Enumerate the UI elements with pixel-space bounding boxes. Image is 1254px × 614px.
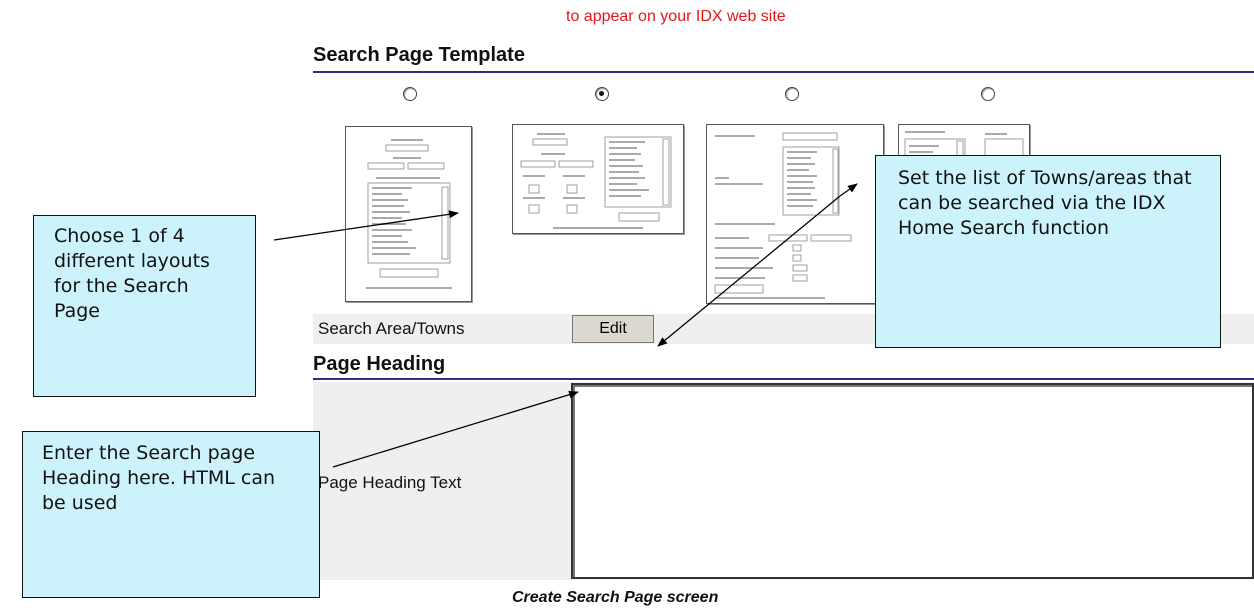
section-title-template: Search Page Template (313, 44, 525, 66)
edit-towns-button[interactable]: Edit (572, 315, 654, 343)
layout-thumbnail-3[interactable] (706, 124, 884, 304)
layout-thumbnail-2[interactable] (512, 124, 684, 234)
top-note: to appear on your IDX web site (566, 8, 786, 25)
section-title-heading: Page Heading (313, 353, 446, 375)
layout-preview-graphic (520, 133, 672, 229)
page-heading-textarea[interactable] (571, 383, 1254, 579)
layout-thumbnail-1[interactable] (345, 126, 472, 302)
layout-radio-2[interactable] (595, 87, 609, 101)
search-area-label: Search Area/Towns (318, 319, 465, 338)
layout-preview-graphic (366, 139, 452, 289)
callout-layouts: Choose 1 of 4 different layouts for the … (33, 215, 256, 397)
callout-towns: Set the list of Towns/areas that can be … (875, 155, 1221, 348)
section-divider (313, 71, 1254, 73)
page-heading-label: Page Heading Text (318, 473, 462, 492)
layout-radio-4[interactable] (981, 87, 995, 101)
layout-preview-graphic (714, 132, 852, 299)
callout-heading: Enter the Search page Heading here. HTML… (22, 431, 320, 598)
figure-caption: Create Search Page screen (512, 589, 719, 606)
layout-radio-3[interactable] (785, 87, 799, 101)
section-divider (313, 378, 1254, 380)
layout-radio-1[interactable] (403, 87, 417, 101)
